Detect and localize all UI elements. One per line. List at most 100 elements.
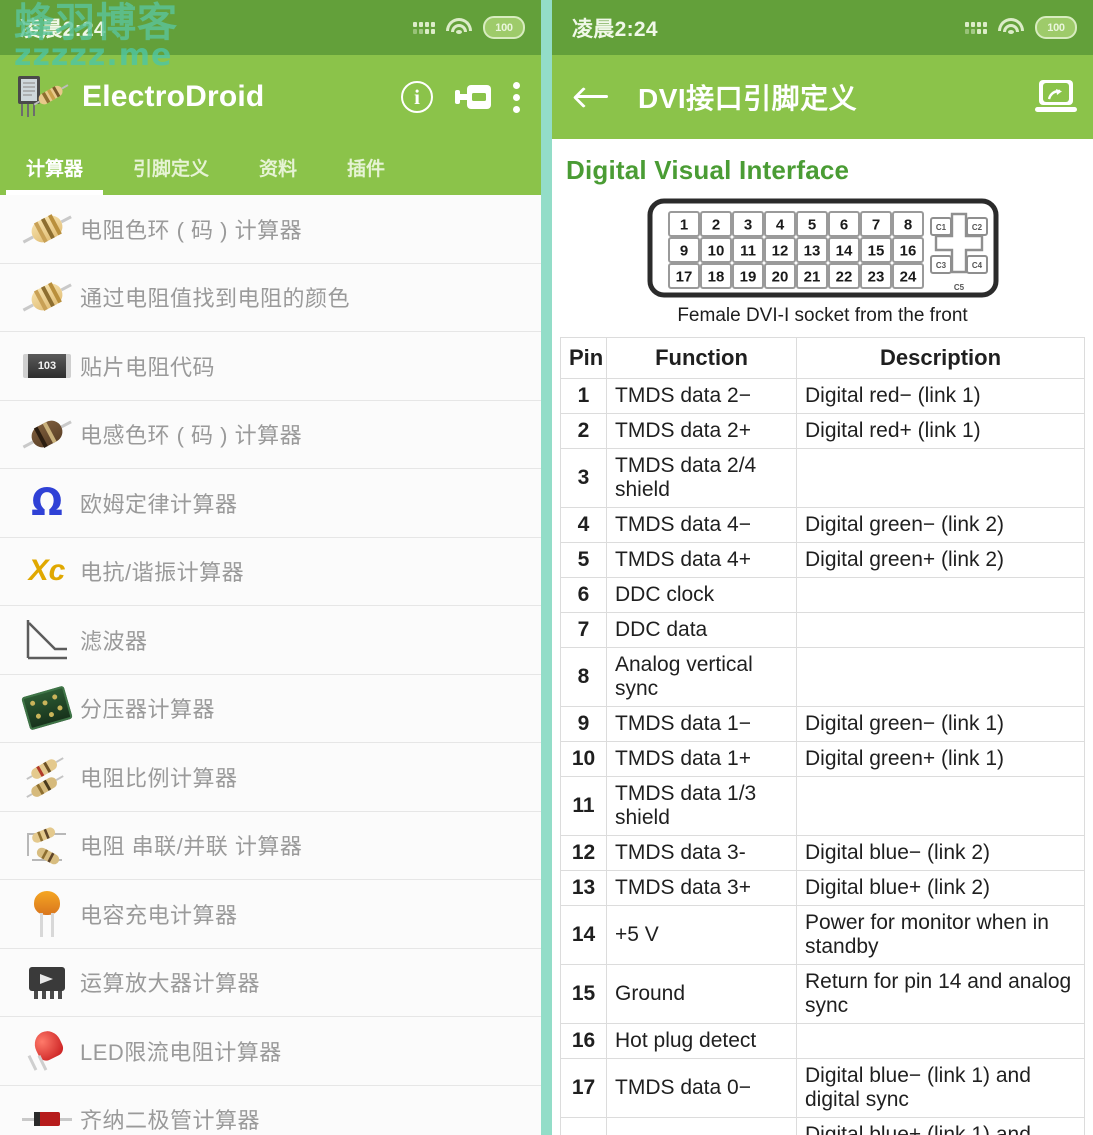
list-item-label: 通过电阻值找到电阻的颜色 bbox=[80, 286, 351, 312]
list-item[interactable]: Ω 欧姆定律计算器 bbox=[0, 469, 541, 538]
status-time: 凌晨2:24 bbox=[572, 17, 658, 41]
cell-pin: 10 bbox=[560, 741, 607, 777]
cell-pin: 14 bbox=[560, 905, 607, 965]
pin-table: Pin Function Description 1 TMDS data 2− Di… bbox=[560, 337, 1085, 1135]
list-item[interactable]: 分压器计算器 bbox=[0, 674, 541, 743]
list-item-label: 电容充电计算器 bbox=[80, 902, 238, 928]
dvi-heading: Digital Visual Interface bbox=[566, 155, 850, 185]
list-item[interactable]: 运算放大器计算器 bbox=[0, 948, 541, 1017]
cell-pin: 3 bbox=[560, 448, 607, 508]
list-item[interactable]: 通过电阻值找到电阻的颜色 bbox=[0, 263, 541, 332]
table-row: 10 TMDS data 1+ Digital green+ (link 1) bbox=[560, 741, 1085, 777]
plug-connector-icon[interactable] bbox=[455, 81, 491, 113]
cell-pin: 15 bbox=[560, 964, 607, 1024]
info-icon[interactable]: i bbox=[401, 81, 433, 113]
list-item-label: 电阻比例计算器 bbox=[80, 765, 238, 791]
cell-description: Digital green+ (link 2) bbox=[796, 542, 1085, 578]
tab-pinouts[interactable]: 引脚定义 bbox=[113, 139, 229, 195]
header-pin: Pin bbox=[560, 337, 607, 379]
list-item-label: 贴片电阻代码 bbox=[80, 354, 216, 380]
svg-text:19: 19 bbox=[739, 269, 756, 286]
dvi-content: Digital Visual Interface 1 2 3 4 5 6 7 8 9 10 11 12… bbox=[552, 139, 1093, 1135]
status-bar-left: 凌晨2:24 100 bbox=[0, 0, 541, 55]
table-header-row: Pin Function Description bbox=[560, 337, 1085, 379]
list-item[interactable]: Xc 电抗/谐振计算器 bbox=[0, 537, 541, 606]
pane-divider bbox=[541, 0, 552, 1135]
wifi-icon bbox=[998, 18, 1024, 37]
cell-description: Digital green− (link 2) bbox=[796, 507, 1085, 543]
cell-description: Digital red− (link 1) bbox=[796, 378, 1085, 414]
cell-function: TMDS data 0+ bbox=[606, 1117, 797, 1135]
table-row: 16 Hot plug detect bbox=[560, 1023, 1085, 1059]
table-row: 15 Ground Return for pin 14 and analog syn… bbox=[560, 964, 1085, 1024]
signal-bars-icon bbox=[965, 21, 987, 34]
cell-pin: 8 bbox=[560, 647, 607, 707]
left-pane-electrodroid-home: 凌晨2:24 100 ElectroDroid i 计算器 引脚定义 资料 插件… bbox=[0, 0, 541, 1135]
list-item[interactable]: 电容充电计算器 bbox=[0, 880, 541, 949]
cell-pin: 2 bbox=[560, 413, 607, 449]
cell-function: Analog vertical sync bbox=[606, 647, 797, 707]
svg-text:C2: C2 bbox=[971, 223, 982, 232]
svg-text:21: 21 bbox=[803, 269, 820, 286]
status-icons: 100 bbox=[965, 16, 1077, 39]
svg-text:20: 20 bbox=[771, 269, 788, 286]
list-item[interactable]: 滤波器 bbox=[0, 606, 541, 675]
list-item[interactable]: 电阻色环 ( 码 ) 计算器 bbox=[0, 195, 541, 264]
svg-text:16: 16 bbox=[899, 243, 916, 260]
xc-glyph: Xc bbox=[28, 554, 66, 588]
header-description: Description bbox=[796, 337, 1085, 379]
svg-text:4: 4 bbox=[775, 217, 784, 234]
svg-text:2: 2 bbox=[711, 217, 719, 234]
cell-description: Power for monitor when in standby bbox=[796, 905, 1085, 965]
svg-text:18: 18 bbox=[707, 269, 724, 286]
app-bar-actions: i bbox=[401, 81, 527, 113]
cell-pin: 13 bbox=[560, 870, 607, 906]
share-export-icon[interactable] bbox=[1035, 80, 1077, 114]
smd-resistor-code-label: 103 bbox=[23, 353, 71, 378]
cell-description: Digital blue− (link 2) bbox=[796, 835, 1085, 871]
zener-diode-icon bbox=[14, 1093, 80, 1135]
wifi-icon bbox=[446, 18, 472, 37]
dvi-socket-svg: 1 2 3 4 5 6 7 89 10 11 12 13 14 15 1617 18 19 20 21 22 23 24 … bbox=[647, 198, 998, 298]
list-item[interactable]: 齐纳二极管计算器 bbox=[0, 1085, 541, 1135]
table-row: 14 +5 V Power for monitor when in standby bbox=[560, 905, 1085, 965]
svg-text:C5: C5 bbox=[953, 283, 964, 292]
table-row: 18TMDS data 0+Digital blue+ (link 1) and… bbox=[560, 1117, 1085, 1135]
overflow-menu-icon[interactable] bbox=[513, 81, 521, 113]
table-row: 12 TMDS data 3- Digital blue− (link 2) bbox=[560, 835, 1085, 871]
inductor-color-code-icon bbox=[14, 408, 80, 460]
list-item[interactable]: 电阻 串联/并联 计算器 bbox=[0, 811, 541, 880]
tab-plugins[interactable]: 插件 bbox=[327, 139, 405, 195]
ohm-law-icon: Ω bbox=[14, 477, 80, 529]
svg-text:11: 11 bbox=[740, 243, 756, 260]
resistor-ratio-icon bbox=[14, 751, 80, 803]
resistor-value-to-color-icon bbox=[14, 271, 80, 323]
svg-text:24: 24 bbox=[899, 269, 916, 286]
cell-description: Digital green− (link 1) bbox=[796, 706, 1085, 742]
list-item[interactable]: LED限流电阻计算器 bbox=[0, 1017, 541, 1086]
filter-curve-icon bbox=[14, 614, 80, 666]
cell-description bbox=[796, 1023, 1085, 1059]
smd-resistor-icon: 103 bbox=[14, 340, 80, 392]
cell-description: Digital blue+ (link 1) and digital sync bbox=[796, 1117, 1085, 1135]
list-item[interactable]: 电感色环 ( 码 ) 计算器 bbox=[0, 400, 541, 469]
tab-resources[interactable]: 资料 bbox=[239, 139, 317, 195]
svg-text:13: 13 bbox=[803, 243, 820, 260]
cell-function: TMDS data 1− bbox=[606, 706, 797, 742]
back-arrow-icon[interactable] bbox=[572, 82, 610, 112]
list-item-label: 运算放大器计算器 bbox=[80, 971, 261, 997]
header-function: Function bbox=[606, 337, 797, 379]
svg-text:17: 17 bbox=[675, 269, 692, 286]
table-row: 2 TMDS data 2+ Digital red+ (link 1) bbox=[560, 413, 1085, 449]
app-screen: 凌晨2:24 100 ElectroDroid i 计算器 引脚定义 资料 插件… bbox=[0, 0, 1093, 1135]
tab-calculators[interactable]: 计算器 bbox=[6, 139, 104, 195]
list-item[interactable]: 103 贴片电阻代码 bbox=[0, 332, 541, 401]
table-row: 1 TMDS data 2− Digital red− (link 1) bbox=[560, 378, 1085, 414]
status-icons: 100 bbox=[413, 16, 525, 39]
cell-description: Digital green+ (link 1) bbox=[796, 741, 1085, 777]
led-icon bbox=[14, 1025, 80, 1077]
table-row: 7 DDC data bbox=[560, 612, 1085, 648]
list-item[interactable]: 电阻比例计算器 bbox=[0, 743, 541, 812]
cell-function: DDC clock bbox=[606, 577, 797, 613]
table-row: 9 TMDS data 1− Digital green− (link 1) bbox=[560, 706, 1085, 742]
